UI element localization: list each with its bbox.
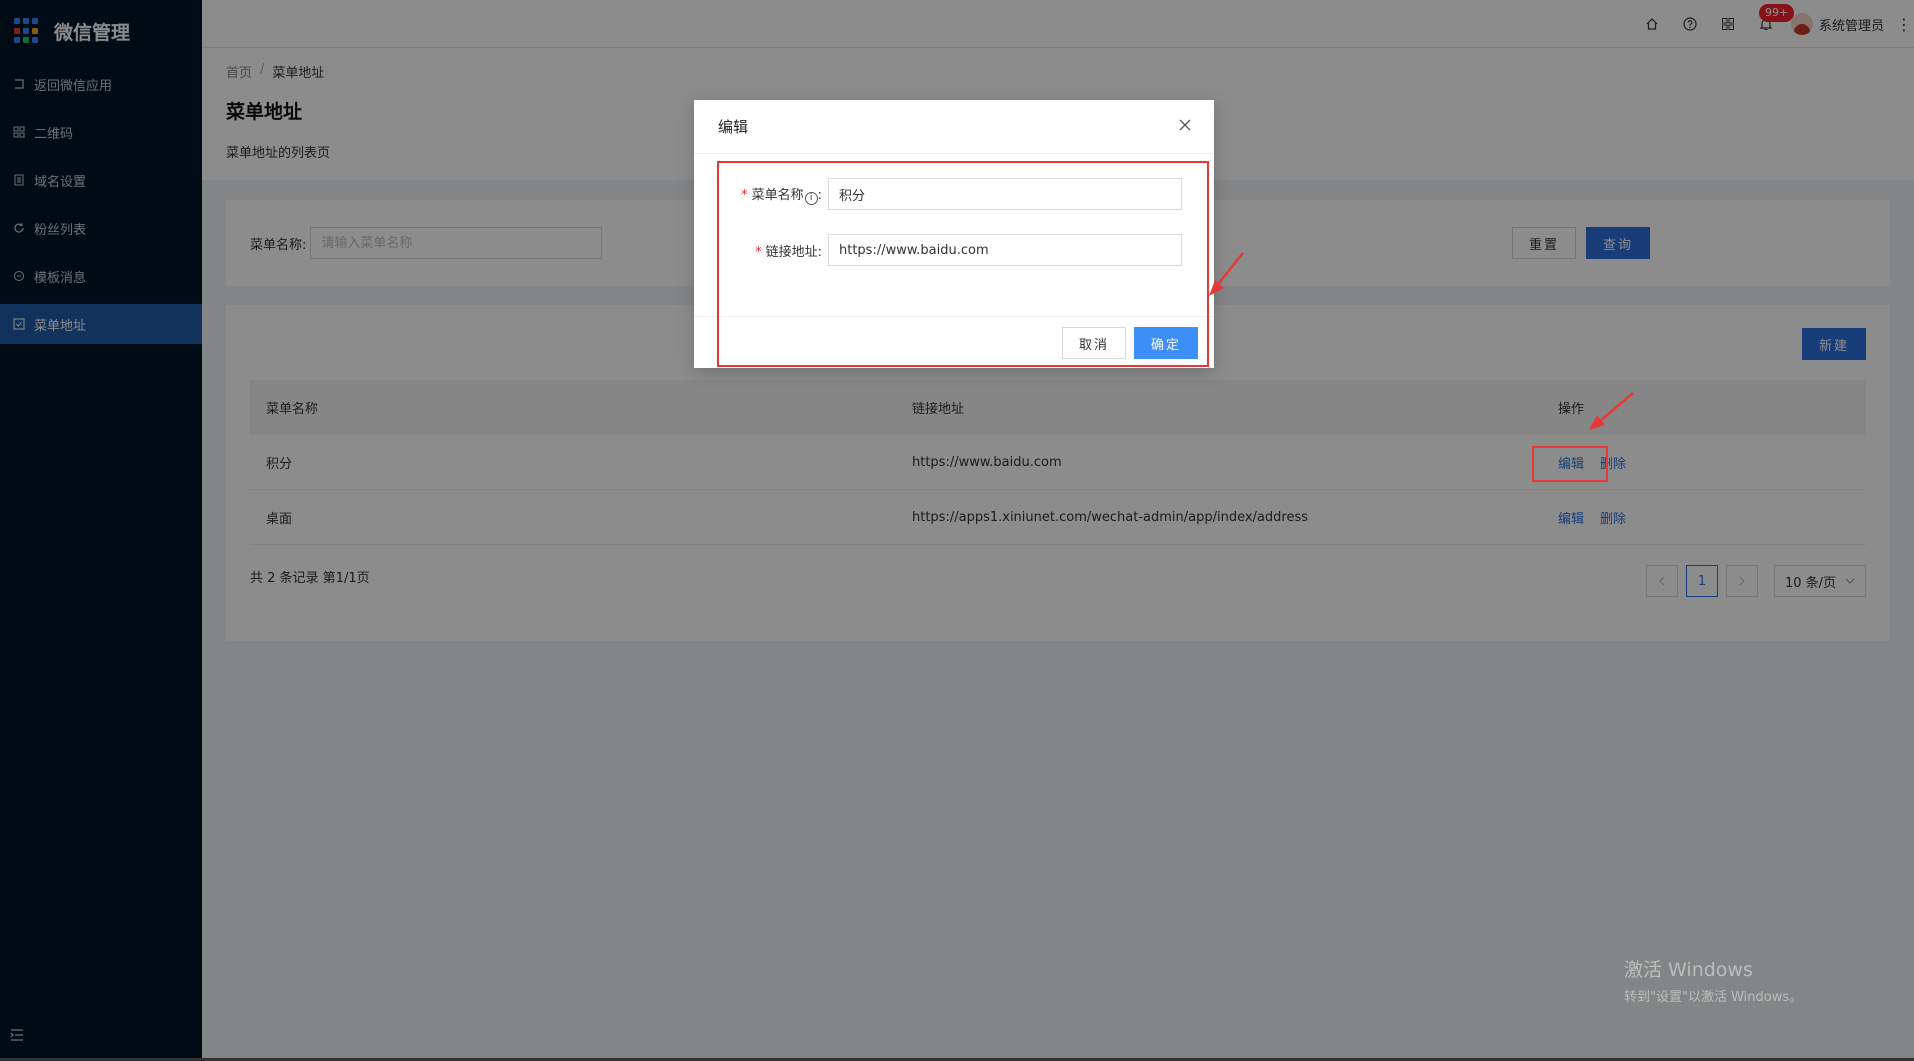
annotation-box-modal — [717, 161, 1209, 367]
watermark-line-2: 转到"设置"以激活 Windows。 — [1624, 990, 1803, 1005]
watermark-line-1: 激活 Windows — [1624, 959, 1753, 981]
windows-activation-watermark: 激活 Windows 转到"设置"以激活 Windows。 — [1624, 955, 1802, 1005]
modal-title: 编辑 — [694, 100, 1214, 154]
annotation-arrow-icon — [1209, 252, 1244, 296]
close-icon[interactable] — [1178, 118, 1194, 134]
annotation-box-edit — [1532, 446, 1608, 482]
annotation-arrow-icon — [1589, 392, 1634, 430]
